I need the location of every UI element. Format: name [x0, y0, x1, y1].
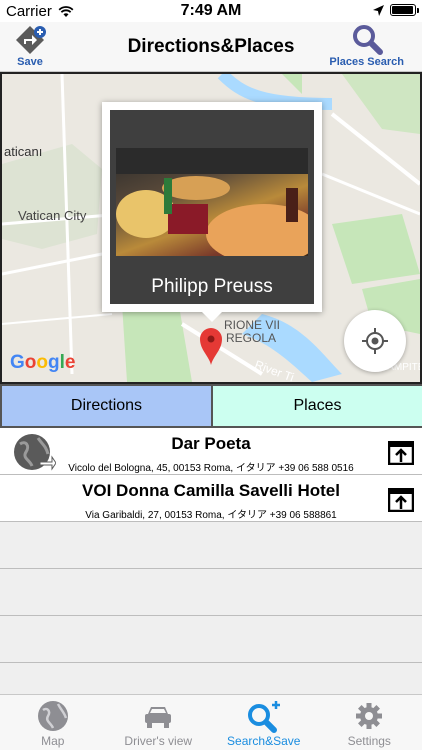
map-label-vatican-city: Vatican City [18, 208, 87, 223]
battery-icon [390, 4, 419, 16]
directions-tab[interactable]: Directions [0, 384, 213, 428]
list-item[interactable]: VOI Donna Camilla Savelli Hotel Via Gari… [0, 475, 422, 522]
place-title: Dar Poeta [171, 434, 251, 453]
map-label-vatican-short: aticanı [4, 144, 43, 159]
empty-row [0, 616, 422, 663]
gear-icon [356, 703, 383, 729]
map-label-rione: RIONE VII [224, 318, 281, 332]
globe-icon [37, 701, 68, 731]
place-photo [116, 148, 308, 256]
tab-map-label: Map [41, 734, 65, 748]
place-title: VOI Donna Camilla Savelli Hotel [82, 481, 340, 500]
tab-settings[interactable]: Settings [317, 695, 422, 750]
place-callout[interactable]: Philipp Preuss [102, 102, 322, 322]
status-bar: Carrier 7:49 AM [0, 0, 422, 22]
list-item[interactable]: Dar Poeta Vicolo del Bologna, 45, 00153 … [0, 428, 422, 475]
tab-map[interactable]: Map [0, 695, 106, 750]
place-address: Vicolo del Bologna, 45, 00153 Roma, イタリア… [68, 463, 354, 474]
map-label-regola: REGOLA [226, 331, 277, 345]
places-search-button[interactable]: Places Search [329, 24, 404, 68]
google-logo: Google [10, 352, 76, 373]
map-pin-icon[interactable] [200, 328, 222, 366]
empty-row [0, 569, 422, 616]
search-add-icon [247, 701, 280, 733]
current-location-button[interactable] [344, 310, 406, 372]
search-icon [352, 25, 383, 55]
share-icon[interactable] [388, 488, 414, 512]
tab-drivers-view[interactable]: Driver's view [106, 695, 212, 750]
tab-search-save[interactable]: Search&Save [211, 695, 317, 750]
crosshair-icon [362, 328, 388, 354]
tab-drivers-view-label: Driver's view [124, 734, 193, 748]
places-tab[interactable]: Places [213, 384, 422, 428]
empty-row [0, 522, 422, 569]
tab-search-save-label: Search&Save [227, 734, 301, 748]
map-view[interactable]: aticanı Vatican City RIONE VII REGOLA Ri… [0, 72, 422, 384]
location-arrow-icon [373, 4, 384, 16]
share-icon[interactable] [388, 441, 414, 465]
tab-settings-label: Settings [347, 734, 391, 748]
places-search-label: Places Search [329, 56, 404, 68]
callout-name: Philipp Preuss [151, 276, 273, 297]
tab-bar: Map Driver's view Search&Save Settings [0, 694, 422, 750]
mode-segment: Directions Places [0, 384, 422, 428]
saved-places-list: Dar Poeta Vicolo del Bologna, 45, 00153 … [0, 428, 422, 694]
place-address: Via Garibaldi, 27, 00153 Roma, イタリア +39 … [85, 510, 337, 521]
car-icon [145, 707, 172, 728]
status-time: 7:49 AM [180, 2, 242, 19]
navigation-bar: Save Directions&Places Places Search [0, 22, 422, 72]
